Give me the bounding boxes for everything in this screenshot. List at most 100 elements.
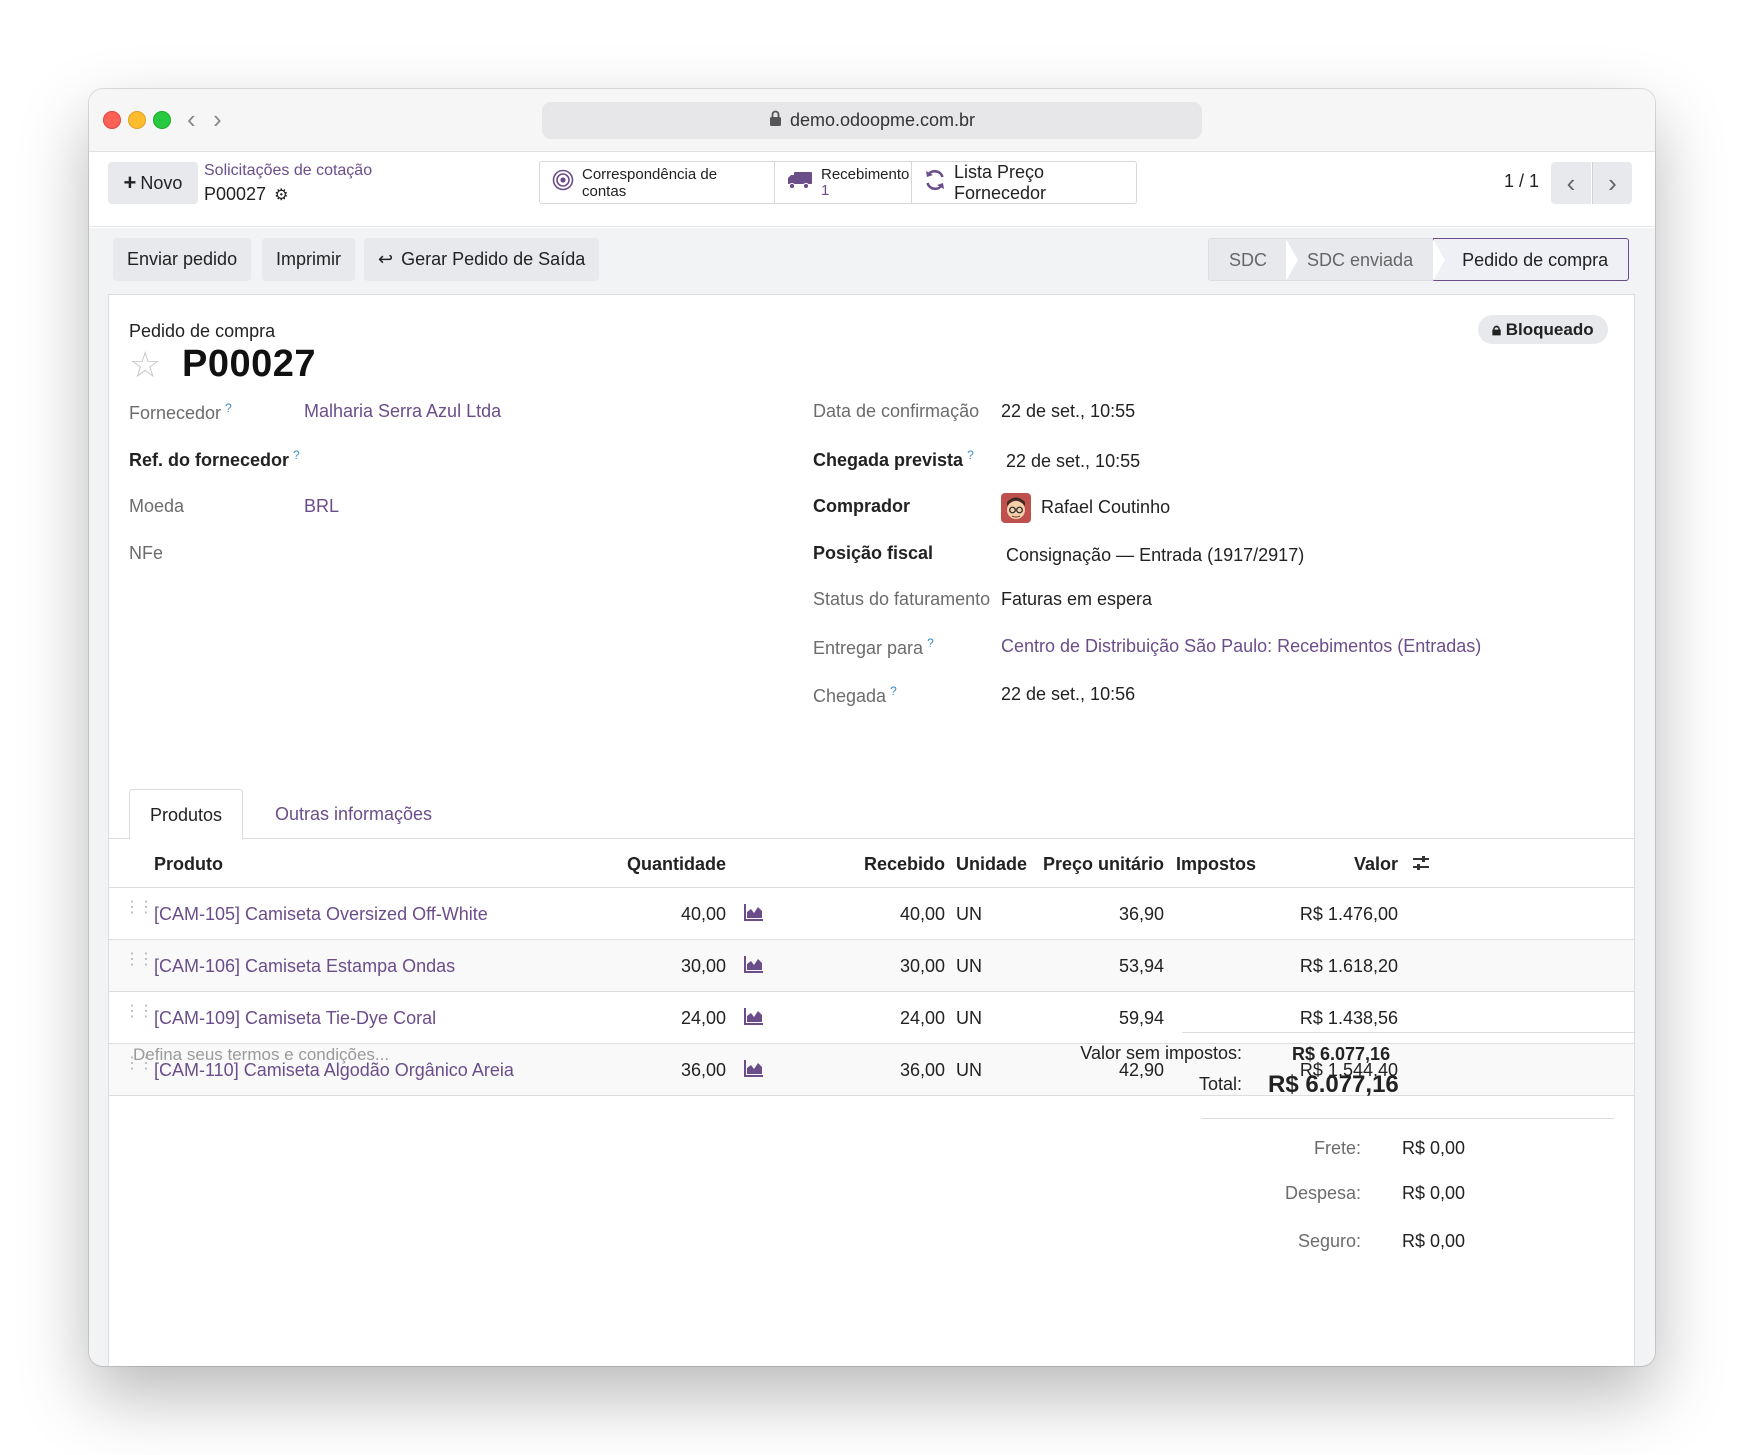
lock-icon: 🔒︎ bbox=[1492, 320, 1502, 339]
line-unit[interactable]: UN bbox=[956, 1008, 982, 1029]
pager-next-button[interactable]: › bbox=[1592, 162, 1632, 204]
back-arrow-icon[interactable]: ‹ bbox=[187, 105, 196, 133]
line-received[interactable]: 40,00 bbox=[845, 904, 945, 925]
line-unit[interactable]: UN bbox=[956, 1060, 982, 1081]
line-quantity[interactable]: 30,00 bbox=[609, 956, 726, 977]
field-vendor-ref[interactable] bbox=[304, 448, 744, 472]
zoom-window-button[interactable] bbox=[153, 111, 171, 129]
gear-icon[interactable]: ⚙ bbox=[274, 185, 288, 205]
line-product[interactable]: [CAM-106] Camiseta Estampa Ondas bbox=[154, 956, 455, 977]
column-received[interactable]: Recebido bbox=[845, 854, 945, 875]
table-row[interactable]: ⋮⋮ [CAM-105] Camiseta Oversized Off-Whit… bbox=[109, 888, 1634, 940]
tab-other-info[interactable]: Outras informações bbox=[255, 789, 452, 840]
line-unit-price[interactable]: 36,90 bbox=[1029, 904, 1164, 925]
line-product[interactable]: [CAM-105] Camiseta Oversized Off-White bbox=[154, 904, 488, 925]
freight-value[interactable]: R$ 0,00 bbox=[1402, 1138, 1465, 1159]
insurance-value[interactable]: R$ 0,00 bbox=[1402, 1231, 1465, 1252]
table-row[interactable]: ⋮⋮ [CAM-106] Camiseta Estampa Ondas 30,0… bbox=[109, 940, 1634, 992]
breadcrumb-parent[interactable]: Solicitações de cotação bbox=[204, 162, 372, 180]
truck-icon bbox=[787, 170, 813, 195]
forecast-chart-icon[interactable] bbox=[744, 1007, 764, 1030]
field-vendor[interactable]: Malharia Serra Azul Ltda bbox=[304, 401, 501, 422]
stage-sdc[interactable]: SDC bbox=[1208, 238, 1288, 281]
field-expected-arrival[interactable]: 22 de set., 10:55 bbox=[1006, 451, 1140, 472]
column-unit-price[interactable]: Preço unitário bbox=[1029, 854, 1164, 875]
notebook-tabs: Produtos Outras informações bbox=[109, 789, 1634, 840]
send-order-button[interactable]: Enviar pedido bbox=[113, 238, 252, 281]
line-unit[interactable]: UN bbox=[956, 956, 982, 977]
record-type-label: Pedido de compra bbox=[129, 321, 276, 341]
untaxed-amount-label: Valor sem impostos: bbox=[1080, 1043, 1242, 1063]
line-received[interactable]: 36,00 bbox=[845, 1060, 945, 1081]
url-bar[interactable]: demo.odoopme.com.br bbox=[542, 102, 1202, 139]
line-quantity[interactable]: 36,00 bbox=[609, 1060, 726, 1081]
smart-button-vendor-pricelist[interactable]: Lista Preço Fornecedor bbox=[912, 162, 1136, 203]
smart-button-account-matching[interactable]: Correspondência de contas bbox=[540, 162, 775, 203]
close-window-button[interactable] bbox=[103, 111, 121, 129]
line-unit-price[interactable]: 59,94 bbox=[1029, 1008, 1164, 1029]
stage-sdc-sent[interactable]: SDC enviada bbox=[1286, 238, 1434, 281]
line-quantity[interactable]: 40,00 bbox=[609, 904, 726, 925]
column-taxes[interactable]: Impostos bbox=[1176, 854, 1256, 875]
column-value[interactable]: Valor bbox=[1299, 854, 1398, 875]
stage-purchase-order[interactable]: Pedido de compra bbox=[1433, 238, 1630, 281]
help-icon[interactable]: ? bbox=[967, 448, 974, 462]
line-quantity[interactable]: 24,00 bbox=[609, 1008, 726, 1029]
field-fiscal-position[interactable]: Consignação — Entrada (1917/2917) bbox=[1006, 545, 1304, 566]
help-icon[interactable]: ? bbox=[225, 401, 232, 415]
pager-value[interactable]: 1 / 1 bbox=[1504, 171, 1539, 192]
smart-button-receipt[interactable]: Recebimento 1 bbox=[775, 162, 912, 203]
help-icon[interactable]: ? bbox=[927, 636, 934, 650]
terms-conditions-input[interactable]: Defina seus termos e condições... bbox=[133, 1045, 389, 1065]
drag-handle-icon[interactable]: ⋮⋮ bbox=[124, 900, 154, 916]
field-label-billing-status: Status do faturamento bbox=[813, 589, 991, 609]
star-icon[interactable]: ☆ bbox=[129, 345, 161, 385]
line-unit-price[interactable]: 53,94 bbox=[1029, 956, 1164, 977]
table-row[interactable]: ⋮⋮ [CAM-109] Camiseta Tie-Dye Coral 24,0… bbox=[109, 992, 1634, 1044]
field-confirmation-date[interactable]: 22 de set., 10:55 bbox=[1001, 401, 1135, 422]
tab-products[interactable]: Produtos bbox=[129, 789, 244, 840]
forecast-chart-icon[interactable] bbox=[744, 955, 764, 978]
drag-handle-icon[interactable]: ⋮⋮ bbox=[124, 952, 154, 968]
total-value: R$ 6.077,16 bbox=[1268, 1071, 1399, 1098]
field-nfe[interactable] bbox=[304, 543, 744, 567]
minimize-window-button[interactable] bbox=[128, 111, 146, 129]
pager-previous-button[interactable]: ‹ bbox=[1551, 162, 1591, 204]
chevron-right-icon: › bbox=[1608, 168, 1617, 198]
line-value: R$ 1.618,20 bbox=[1299, 956, 1398, 976]
forecast-chart-icon[interactable] bbox=[744, 1059, 764, 1082]
total-label: Total: bbox=[1198, 1074, 1242, 1094]
line-received[interactable]: 30,00 bbox=[845, 956, 945, 977]
reply-icon: ↩ bbox=[378, 249, 394, 269]
print-button[interactable]: Imprimir bbox=[262, 238, 355, 281]
smart-buttons: Correspondência de contas Recebimento 1 L… bbox=[539, 161, 1137, 204]
line-received[interactable]: 24,00 bbox=[845, 1008, 945, 1029]
drag-handle-icon[interactable]: ⋮⋮ bbox=[124, 1004, 154, 1020]
line-value: R$ 1.438,56 bbox=[1299, 1008, 1398, 1028]
field-currency[interactable]: BRL bbox=[304, 496, 339, 517]
avatar bbox=[1001, 493, 1031, 523]
column-product[interactable]: Produto bbox=[154, 854, 223, 875]
forecast-chart-icon[interactable] bbox=[744, 903, 764, 926]
generate-outgoing-order-button[interactable]: ↩ Gerar Pedido de Saída bbox=[364, 238, 600, 281]
field-arrival[interactable]: 22 de set., 10:56 bbox=[1001, 684, 1135, 705]
line-product[interactable]: [CAM-109] Camiseta Tie-Dye Coral bbox=[154, 1008, 436, 1029]
form-content: Enviar pedido Imprimir ↩ Gerar Pedido de … bbox=[89, 228, 1655, 1366]
forward-arrow-icon[interactable]: › bbox=[213, 105, 222, 133]
line-unit[interactable]: UN bbox=[956, 904, 982, 925]
help-icon[interactable]: ? bbox=[293, 448, 300, 462]
totals-divider bbox=[1182, 1032, 1636, 1033]
field-deliver-to[interactable]: Centro de Distribuição São Paulo: Recebi… bbox=[1001, 636, 1481, 657]
column-unit[interactable]: Unidade bbox=[956, 854, 1027, 875]
expense-value[interactable]: R$ 0,00 bbox=[1402, 1183, 1465, 1204]
insurance-label: Seguro: bbox=[1297, 1231, 1361, 1251]
field-buyer[interactable]: Rafael Coutinho bbox=[1001, 493, 1170, 523]
browser-window: ‹ › demo.odoopme.com.br + Novo Solicitaçõ… bbox=[89, 89, 1655, 1366]
new-button[interactable]: + Novo bbox=[108, 162, 198, 204]
column-settings-icon[interactable] bbox=[1411, 853, 1431, 878]
field-label-currency: Moeda bbox=[129, 496, 185, 516]
help-icon[interactable]: ? bbox=[890, 684, 897, 698]
column-quantity[interactable]: Quantidade bbox=[609, 854, 726, 875]
record-name: P00027 bbox=[182, 343, 317, 385]
field-label-confirmation-date: Data de confirmação bbox=[813, 401, 980, 421]
